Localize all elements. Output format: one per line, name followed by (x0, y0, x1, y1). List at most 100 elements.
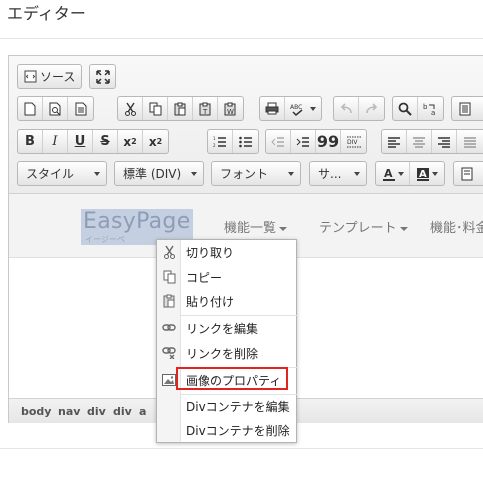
path-item[interactable]: a (139, 405, 146, 418)
context-menu-item-edit-div[interactable]: Divコンテナを編集 (157, 395, 296, 417)
blockquote-button[interactable]: 99 (316, 130, 341, 153)
indent-button[interactable] (291, 130, 316, 153)
path-item[interactable]: div (113, 405, 132, 418)
svg-text:b: b (423, 103, 428, 111)
list-group: 12 (207, 129, 259, 154)
replace-icon: ba (423, 103, 435, 116)
context-menu-item-cut[interactable]: 切り取り (157, 241, 296, 263)
chevron-down-icon (354, 172, 360, 176)
path-item[interactable]: body (21, 405, 51, 418)
page-title: エディター (7, 4, 86, 23)
outdent-icon (271, 136, 284, 147)
svg-text:2: 2 (213, 143, 216, 148)
search-icon (398, 102, 412, 116)
chevron-down-icon (94, 172, 100, 176)
create-div-button[interactable]: DIV (341, 130, 366, 153)
copy-button[interactable] (143, 97, 168, 120)
context-menu-item-remove-link[interactable]: リンクを削除 (157, 342, 296, 364)
style-select-value: スタイル (26, 167, 75, 181)
style-select[interactable]: スタイル (17, 161, 107, 186)
context-menu-separator (181, 315, 298, 316)
paste-button[interactable] (168, 97, 193, 120)
context-menu-item-edit-link[interactable]: リンクを編集 (157, 317, 296, 339)
copy-icon (162, 270, 176, 284)
templates-button[interactable] (68, 97, 93, 120)
color-group: A A (375, 161, 445, 186)
show-blocks-icon (461, 167, 472, 180)
maximize-button[interactable] (90, 65, 115, 88)
context-menu-label: Divコンテナを削除 (186, 424, 290, 438)
show-blocks-button[interactable] (454, 162, 479, 185)
new-page-button[interactable] (18, 97, 43, 120)
scissors-icon (162, 245, 176, 259)
caret-down-icon (279, 226, 288, 231)
source-label: ソース (40, 70, 76, 84)
svg-text:DIV: DIV (347, 139, 358, 146)
chevron-down-icon (288, 172, 294, 176)
numbered-list-button[interactable]: 12 (208, 130, 233, 153)
cut-button[interactable] (118, 97, 143, 120)
align-left-icon (388, 136, 400, 148)
source-icon (24, 70, 37, 83)
svg-text:T: T (202, 108, 208, 116)
paste-word-button[interactable]: W (218, 97, 243, 120)
preview-icon (49, 102, 60, 115)
unlink-icon (162, 346, 176, 360)
paste-text-button[interactable]: T (193, 97, 218, 120)
bulleted-list-button[interactable] (233, 130, 258, 153)
templates-icon (75, 102, 86, 115)
font-select[interactable]: フォント (211, 161, 301, 186)
nav-item-label: 機能一覧 (224, 221, 277, 236)
font-size-select[interactable]: サ... (309, 161, 367, 186)
paste-word-icon: W (224, 102, 236, 116)
chevron-down-icon (310, 106, 316, 111)
print-button[interactable] (260, 97, 285, 120)
bg-color-button[interactable]: A (410, 162, 444, 185)
spellcheck-button[interactable]: ABC (285, 97, 321, 120)
superscript-button[interactable]: x2 (143, 130, 168, 153)
maximize-group (89, 64, 116, 89)
select-all-icon (459, 102, 470, 115)
subscript-button[interactable]: x2 (118, 130, 143, 153)
source-button[interactable]: ソース (18, 65, 81, 88)
align-right-button[interactable] (432, 130, 457, 153)
maximize-icon (95, 69, 110, 84)
context-menu-item-paste[interactable]: 貼り付け (157, 290, 296, 312)
replace-button[interactable]: ba (418, 97, 443, 120)
path-item[interactable]: nav (58, 405, 80, 418)
underline-button[interactable]: U (68, 130, 93, 153)
align-left-button[interactable] (382, 130, 407, 153)
preview-button[interactable] (43, 97, 68, 120)
svg-text:W: W (227, 108, 234, 116)
editor-toolbar: ソース T W ABC b a B I U S x 2 x 2 1 2 99 D… (9, 56, 483, 194)
outdent-button[interactable] (266, 130, 291, 153)
nav-item-pricing[interactable]: 機能･料金 (430, 217, 483, 236)
context-menu-item-copy[interactable]: コピー (157, 266, 296, 288)
nav-item-templates[interactable]: テンプレート (319, 217, 408, 236)
redo-button[interactable] (359, 97, 384, 120)
nav-item-label: テンプレート (319, 221, 397, 236)
select-all-button[interactable] (452, 97, 477, 120)
redo-icon (365, 102, 377, 113)
align-right-icon (438, 136, 450, 148)
context-menu-item-remove-div[interactable]: Divコンテナを削除 (157, 419, 296, 441)
scissors-icon (124, 102, 136, 116)
text-color-button[interactable]: A (376, 162, 410, 185)
justify-button[interactable] (457, 130, 482, 153)
path-item[interactable]: div (87, 405, 106, 418)
chevron-down-icon (397, 171, 404, 176)
font-select-value: フォント (220, 167, 269, 181)
undo-button[interactable] (334, 97, 359, 120)
italic-button[interactable]: I (43, 130, 68, 153)
show-blocks-group (453, 161, 483, 186)
align-center-button[interactable] (407, 130, 432, 153)
nav-item-features[interactable]: 機能一覧 (224, 217, 288, 236)
context-menu-label: 切り取り (186, 246, 235, 260)
select-all-group (451, 96, 483, 121)
paste-icon (162, 294, 176, 308)
bold-button[interactable]: B (18, 130, 43, 153)
strike-button[interactable]: S (93, 130, 118, 153)
format-select[interactable]: 標準 (DIV) (114, 161, 204, 186)
find-button[interactable] (393, 97, 418, 120)
copy-icon (149, 102, 161, 115)
